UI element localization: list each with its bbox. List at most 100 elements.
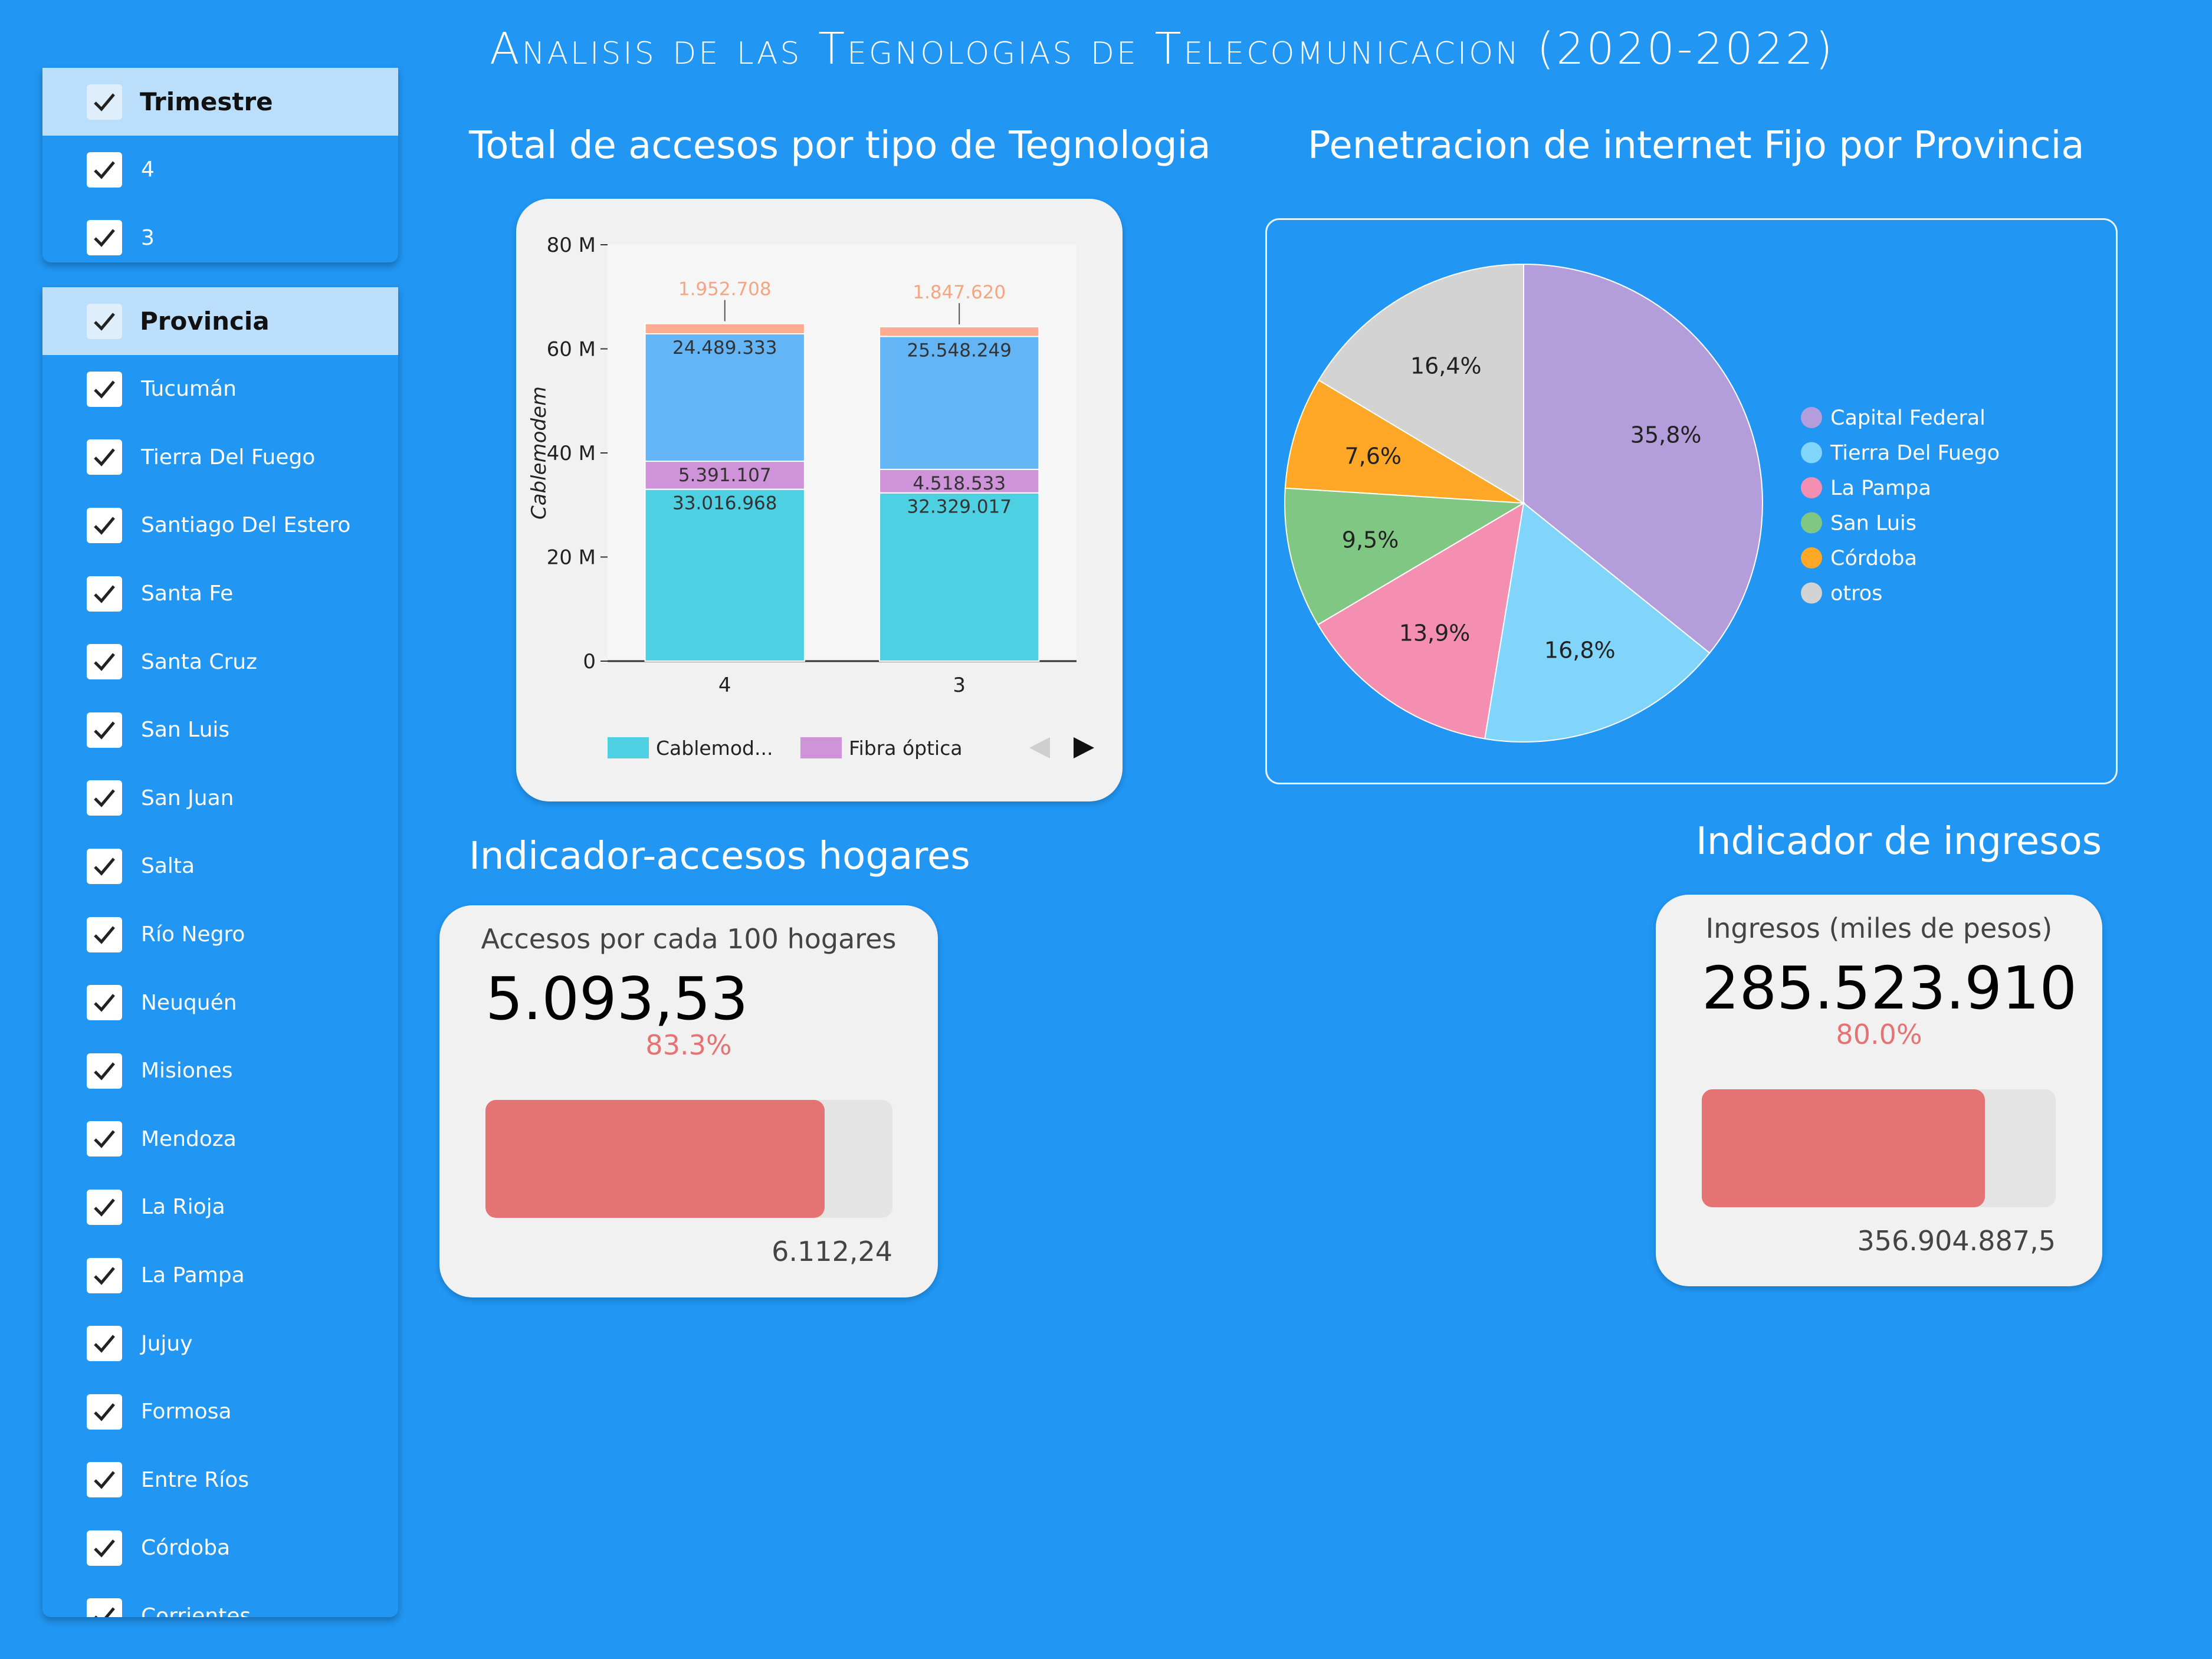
slicer-item-label: 3	[141, 225, 155, 250]
check-icon[interactable]	[87, 712, 122, 748]
bar-chart-card: 0 20 M 40 M 60 M 80 M Cablemodem 33.016.968 5.3…	[516, 199, 1123, 801]
slicer-item-provincia[interactable]: Tierra Del Fuego	[42, 423, 398, 492]
slicer-item-provincia[interactable]: La Rioja	[42, 1173, 398, 1241]
kpi-hogares-label: Accesos por cada 100 hogares	[481, 923, 897, 955]
slicer-item-provincia[interactable]: San Juan	[42, 764, 398, 833]
check-icon[interactable]	[87, 1053, 122, 1089]
check-icon[interactable]	[87, 1189, 122, 1225]
data-label: 5.391.107	[678, 465, 772, 486]
bar-chart-title: Total de accesos por tipo de Tegnologia	[469, 124, 1211, 167]
provincia-slicer-title: Provincia	[140, 307, 270, 336]
slicer-item-label: San Juan	[141, 786, 234, 810]
slicer-item-provincia[interactable]: Entre Ríos	[42, 1446, 398, 1515]
kpi-hogares-percent: 83.3%	[645, 1029, 732, 1061]
kpi-hogares-card: Accesos por cada 100 hogares 5.093,53 83…	[439, 905, 938, 1297]
legend-label[interactable]: Fibra óptica	[849, 737, 963, 760]
data-label: 33.016.968	[672, 493, 777, 514]
check-icon[interactable]	[87, 84, 122, 120]
data-label: 1.952.708	[678, 279, 772, 300]
slicer-item-provincia[interactable]: Tucumán	[42, 355, 398, 423]
kpi-ingresos-target: 356.904.887,5	[1857, 1225, 2056, 1257]
check-icon[interactable]	[87, 848, 122, 884]
trimestre-slicer-header[interactable]: Trimestre	[42, 68, 398, 136]
slicer-item-provincia[interactable]: Salta	[42, 832, 398, 901]
check-icon[interactable]	[87, 303, 122, 339]
data-label: 4.518.533	[913, 473, 1006, 494]
data-label: 32.329.017	[907, 497, 1012, 518]
legend-label[interactable]: Tierra Del Fuego	[1830, 442, 2000, 465]
slicer-item-label: La Rioja	[141, 1195, 225, 1220]
slicer-item-provincia[interactable]: La Pampa	[42, 1241, 398, 1310]
check-icon[interactable]	[87, 220, 122, 256]
slicer-item-provincia[interactable]: Jujuy	[42, 1309, 398, 1378]
check-icon[interactable]	[87, 1121, 122, 1157]
check-icon[interactable]	[87, 644, 122, 680]
kpi-ingresos-progress-fill	[1702, 1089, 1985, 1207]
slicer-item-provincia[interactable]: Mendoza	[42, 1105, 398, 1174]
check-icon[interactable]	[87, 916, 122, 952]
legend-label[interactable]: Córdoba	[1830, 547, 1917, 570]
bar-segment[interactable]	[644, 488, 805, 662]
slicer-item-provincia[interactable]: Formosa	[42, 1378, 398, 1446]
slicer-item-trimestre[interactable]: 3	[42, 204, 398, 262]
check-icon[interactable]	[87, 152, 122, 188]
legend-label[interactable]: otros	[1830, 582, 1882, 606]
check-icon[interactable]	[87, 1257, 122, 1293]
slicer-item-label: La Pampa	[141, 1263, 245, 1288]
check-icon[interactable]	[87, 1598, 122, 1617]
check-icon[interactable]	[87, 439, 122, 475]
bar-segment[interactable]	[879, 492, 1040, 662]
legend-marker	[1801, 512, 1822, 534]
check-icon[interactable]	[87, 1530, 122, 1566]
slicer-item-label: Corrientes	[141, 1604, 251, 1617]
check-icon[interactable]	[87, 985, 122, 1021]
slicer-item-provincia[interactable]: Santa Cruz	[42, 628, 398, 696]
slicer-item-label: Tierra Del Fuego	[141, 445, 316, 469]
data-label: 1.847.620	[913, 282, 1006, 303]
check-icon[interactable]	[87, 371, 122, 407]
check-icon[interactable]	[87, 576, 122, 612]
check-icon[interactable]	[87, 1394, 122, 1430]
pie-chart-card: 35,8% 16,8% 13,9% 9,5% 7,6% 16,4% Capital Fede…	[1265, 218, 2118, 784]
slicer-item-label: Córdoba	[141, 1536, 231, 1561]
bar-segment[interactable]	[879, 326, 1040, 337]
slicer-item-provincia[interactable]: Córdoba	[42, 1514, 398, 1582]
check-icon[interactable]	[87, 780, 122, 816]
slicer-item-label: Misiones	[141, 1059, 233, 1083]
legend-label[interactable]: Cablemod...	[656, 737, 773, 760]
y-axis-label: Cablemodem	[527, 386, 551, 520]
kpi-hogares-progress-track	[485, 1100, 892, 1218]
check-icon[interactable]	[87, 1462, 122, 1498]
triangle-right-icon[interactable]	[1074, 737, 1094, 758]
slicer-item-label: Río Negro	[141, 922, 245, 947]
y-tick-label: 0	[583, 650, 596, 674]
slicer-item-provincia[interactable]: Santiago Del Estero	[42, 491, 398, 560]
legend-label[interactable]: La Pampa	[1830, 477, 1931, 500]
slicer-item-trimestre[interactable]: 4	[42, 136, 398, 204]
bar-segment[interactable]	[644, 323, 805, 334]
slicer-item-provincia[interactable]: San Luis	[42, 696, 398, 764]
check-icon[interactable]	[87, 507, 122, 543]
slicer-item-provincia[interactable]: Santa Fe	[42, 560, 398, 628]
trimestre-slicer-title: Trimestre	[140, 87, 273, 116]
slicer-item-label: Entre Ríos	[141, 1467, 250, 1492]
triangle-left-icon[interactable]	[1029, 737, 1050, 758]
legend-marker	[1801, 442, 1822, 464]
dashboard-title: Analisis de las Tegnologias de Telecomun…	[490, 24, 1835, 74]
kpi-hogares-progress-fill	[485, 1100, 825, 1218]
y-tick-label: 80 M	[547, 234, 596, 257]
kpi-hogares-value: 5.093,53	[485, 964, 749, 1033]
check-icon[interactable]	[87, 1326, 122, 1362]
provincia-slicer: Provincia Tucumán Tierra Del Fuego Santiag…	[42, 287, 398, 1617]
slicer-item-label: Salta	[141, 854, 195, 879]
legend-label[interactable]: San Luis	[1830, 512, 1916, 536]
slicer-item-label: Santiago Del Estero	[141, 513, 351, 538]
legend-label[interactable]: Capital Federal	[1830, 406, 1985, 430]
slicer-item-provincia[interactable]: Río Negro	[42, 901, 398, 969]
kpi-ingresos-label: Ingresos (miles de pesos)	[1705, 912, 2053, 944]
slicer-item-provincia[interactable]: Misiones	[42, 1037, 398, 1105]
slicer-item-provincia[interactable]: Neuquén	[42, 968, 398, 1037]
slicer-item-provincia[interactable]: Corrientes	[42, 1582, 398, 1617]
trimestre-slicer: Trimestre 4 3	[42, 68, 398, 262]
provincia-slicer-header[interactable]: Provincia	[42, 287, 398, 355]
